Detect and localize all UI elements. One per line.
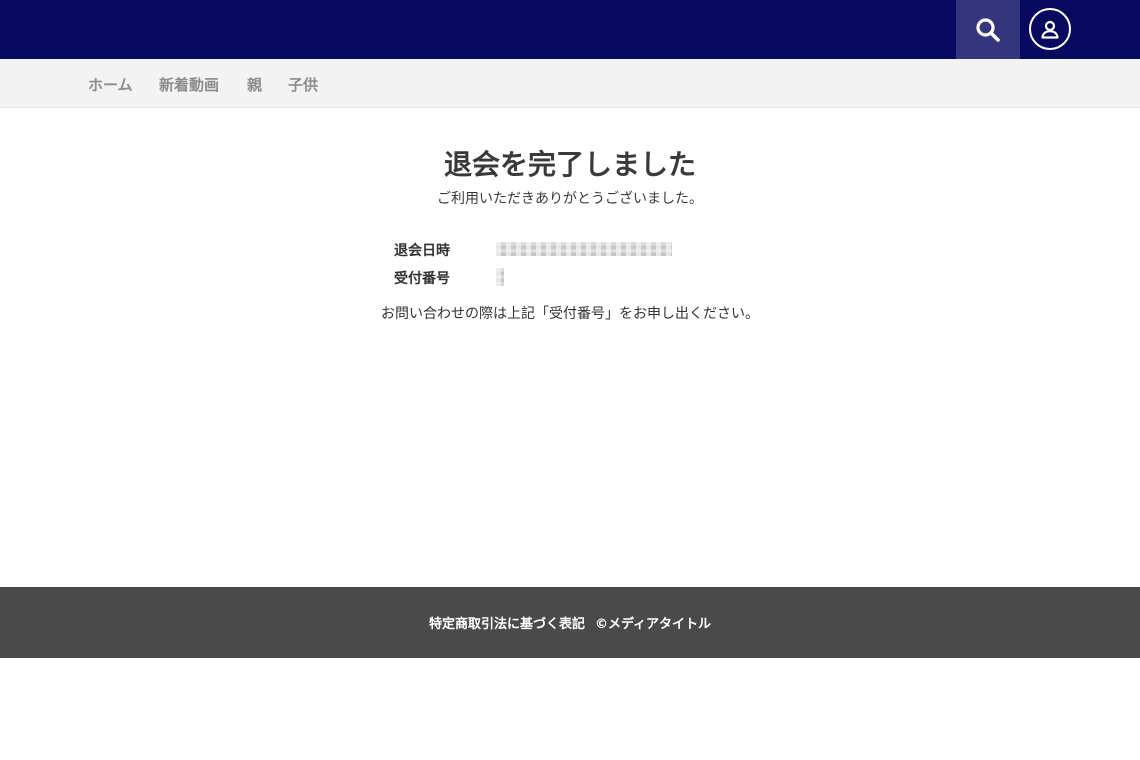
site-header	[0, 0, 1140, 59]
page-title: 退会を完了しました	[443, 148, 696, 181]
reception-number-value-redacted	[496, 268, 504, 286]
nav-item-home[interactable]: ホーム	[88, 74, 133, 95]
withdrawal-datetime-value-redacted	[496, 242, 672, 256]
nav-item-new-videos[interactable]: 新着動画	[159, 74, 219, 95]
account-button[interactable]	[1029, 8, 1071, 50]
nav-item-parent[interactable]: 親	[247, 74, 262, 95]
commercial-law-link[interactable]: 特定商取引法に基づく表記	[429, 613, 585, 632]
user-icon	[1041, 20, 1059, 39]
withdrawal-datetime-label: 退会日時	[394, 243, 450, 259]
global-nav: ホーム 新着動画 親 子供	[0, 59, 1140, 108]
copyright-text: ©メディアタイトル	[594, 617, 712, 632]
nav-item-child[interactable]: 子供	[288, 74, 318, 95]
search-button[interactable]	[956, 0, 1020, 59]
reception-number-label: 受付番号	[394, 271, 450, 287]
site-footer: 特定商取引法に基づく表記 ©メディアタイトル	[0, 587, 1140, 658]
search-icon	[976, 17, 1000, 42]
inquiry-note: お問い合わせの際は上記「受付番号」をお申し出ください。	[381, 306, 759, 322]
page-subtitle: ご利用いただきありがとうございました。	[437, 191, 703, 207]
